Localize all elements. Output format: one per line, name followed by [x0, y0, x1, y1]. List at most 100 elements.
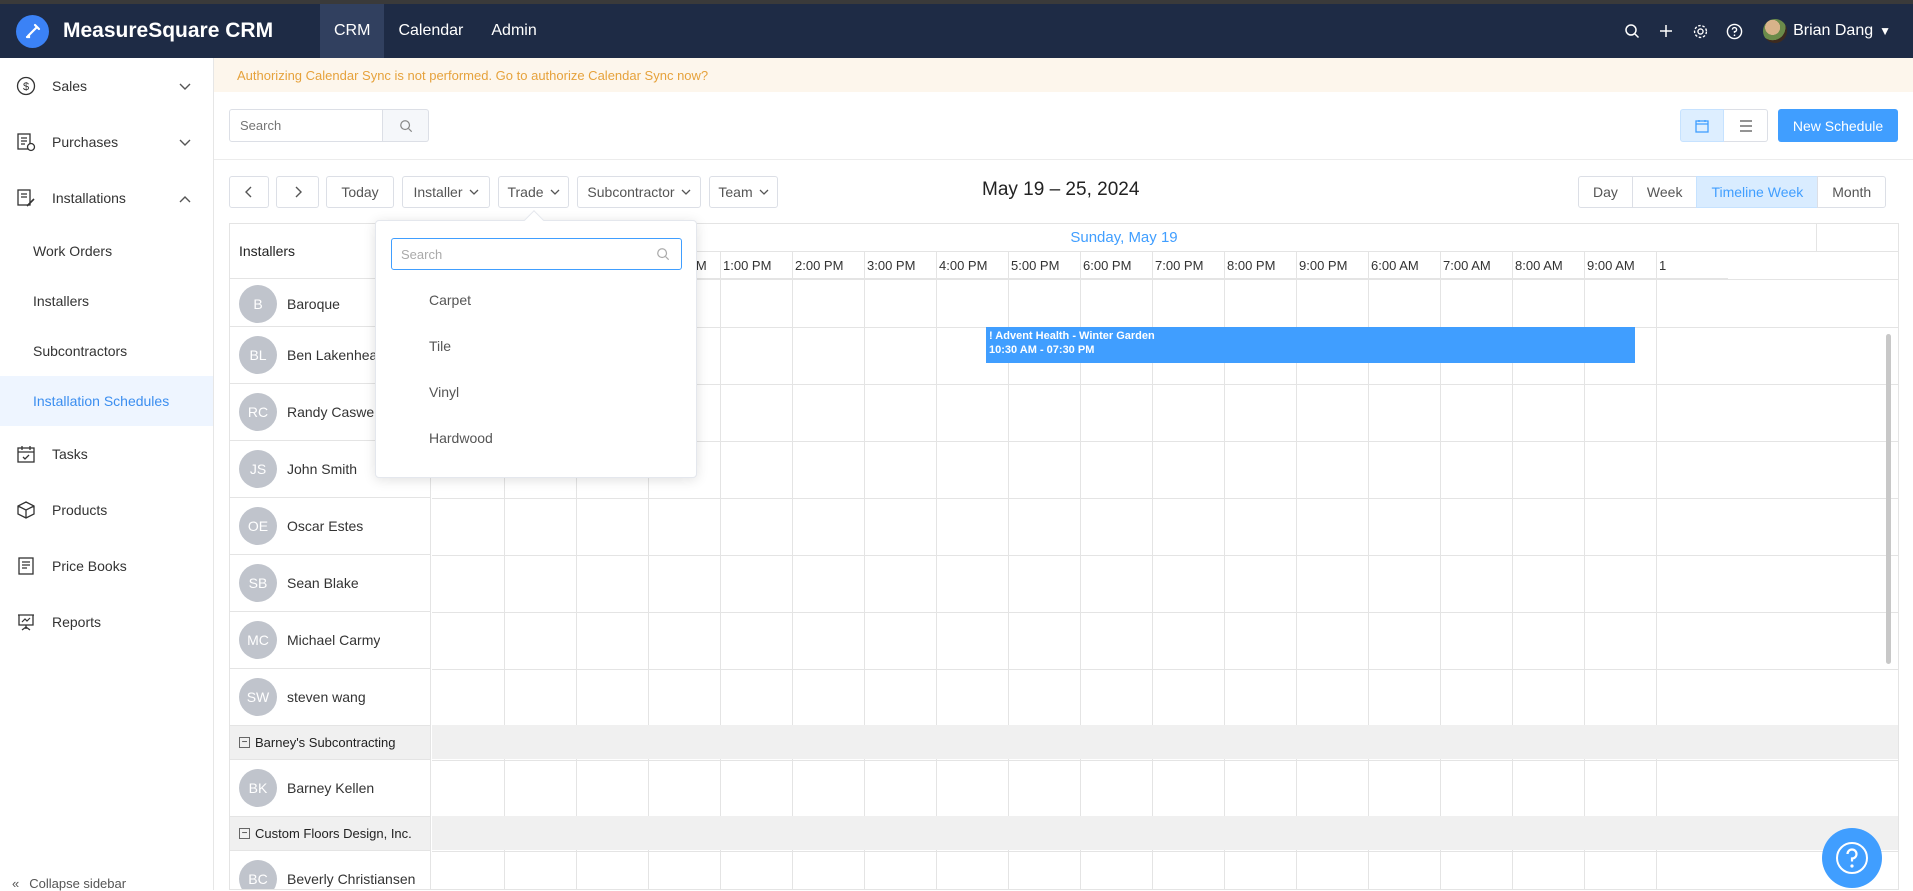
- search-bar: [229, 109, 429, 142]
- collapse-group-icon[interactable]: −: [239, 828, 250, 839]
- topnav-crm[interactable]: CRM: [320, 4, 385, 58]
- collapse-group-icon[interactable]: −: [239, 737, 250, 748]
- trade-option-vinyl[interactable]: Vinyl: [429, 384, 459, 400]
- resource-name: Oscar Estes: [287, 518, 364, 534]
- resource-row[interactable]: SB Sean Blake: [230, 555, 430, 612]
- schedule-event[interactable]: ! Advent Health - Winter Garden 10:30 AM…: [986, 327, 1635, 363]
- day-header-next: [1816, 224, 1898, 252]
- vertical-scrollbar[interactable]: [1886, 334, 1891, 664]
- filter-label: Subcontractor: [587, 184, 675, 200]
- chevron-down-icon: [759, 187, 769, 198]
- group-row[interactable]: − Custom Floors Design, Inc.: [230, 817, 430, 851]
- resource-row[interactable]: OE Oscar Estes: [230, 498, 430, 555]
- calendar-check-icon: [15, 443, 37, 465]
- search-icon[interactable]: [1615, 14, 1649, 48]
- help-button[interactable]: [1822, 828, 1882, 888]
- avatar: [1763, 19, 1788, 43]
- calendar-sync-banner[interactable]: Authorizing Calendar Sync is not perform…: [214, 58, 1913, 92]
- next-button[interactable]: [276, 176, 319, 208]
- sidebar-item-price-books[interactable]: Price Books: [0, 538, 213, 594]
- avatar: OE: [239, 507, 277, 545]
- sidebar-subitem-subcontractors[interactable]: Subcontractors: [0, 326, 213, 376]
- group-name: Custom Floors Design, Inc.: [255, 826, 412, 841]
- search-input[interactable]: [229, 109, 383, 142]
- group-band: [432, 816, 1898, 850]
- filter-label: Installer: [413, 184, 463, 200]
- top-navbar: MeasureSquare CRM CRM Calendar Admin Bri…: [0, 0, 1913, 58]
- calendar-view-button[interactable]: [1680, 109, 1724, 142]
- divider: [214, 159, 1913, 160]
- group-row[interactable]: − Barney's Subcontracting: [230, 726, 430, 760]
- today-button[interactable]: Today: [326, 176, 394, 208]
- grid-vline: [864, 252, 865, 889]
- resource-row[interactable]: SW steven wang: [230, 669, 430, 726]
- event-title: ! Advent Health - Winter Garden: [989, 330, 1155, 342]
- sidebar-item-products[interactable]: Products: [0, 482, 213, 538]
- gear-icon[interactable]: [1683, 14, 1717, 48]
- plus-icon[interactable]: [1649, 14, 1683, 48]
- avatar: BC: [239, 860, 277, 889]
- view-month-button[interactable]: Month: [1817, 176, 1887, 208]
- new-schedule-button[interactable]: New Schedule: [1778, 109, 1898, 142]
- avatar: RC: [239, 393, 277, 431]
- trade-dropdown: Search Carpet Tile Vinyl Hardwood: [375, 220, 697, 478]
- chevron-down-icon: [179, 134, 191, 150]
- view-timeline-week-button[interactable]: Timeline Week: [1696, 176, 1819, 208]
- chevron-down-icon: [681, 187, 691, 198]
- installer-filter[interactable]: Installer: [402, 176, 490, 208]
- event-time: 10:30 AM - 07:30 PM: [989, 344, 1095, 356]
- view-week-button[interactable]: Week: [1631, 176, 1698, 208]
- trade-search-placeholder: Search: [401, 246, 443, 262]
- trade-option-carpet[interactable]: Carpet: [429, 292, 471, 308]
- app-logo[interactable]: MeasureSquare CRM: [0, 4, 320, 58]
- sidebar-subitem-installers[interactable]: Installers: [0, 276, 213, 326]
- hour-header: 8:00 PM: [1224, 252, 1296, 279]
- view-day-button[interactable]: Day: [1578, 176, 1633, 208]
- prev-button[interactable]: [229, 176, 269, 208]
- avatar: B: [239, 284, 277, 323]
- resource-name: Ben Lakenheath: [287, 347, 389, 363]
- list-view-button[interactable]: [1724, 109, 1768, 142]
- sidebar-subitem-installation-schedules[interactable]: Installation Schedules: [0, 376, 213, 426]
- filter-label: Trade: [507, 184, 544, 200]
- help-icon[interactable]: [1717, 14, 1751, 48]
- search-button[interactable]: [383, 109, 429, 142]
- sidebar-item-purchases[interactable]: Purchases: [0, 114, 213, 170]
- sidebar-item-reports[interactable]: Reports: [0, 594, 213, 650]
- topnav-admin[interactable]: Admin: [477, 4, 550, 58]
- sidebar-item-tasks[interactable]: Tasks: [0, 426, 213, 482]
- user-menu[interactable]: Brian Dang ▼: [1763, 19, 1891, 43]
- trade-option-hardwood[interactable]: Hardwood: [429, 430, 493, 446]
- hour-header: 6:00 AM: [1368, 252, 1440, 279]
- sidebar-item-installations[interactable]: Installations: [0, 170, 213, 226]
- resource-row[interactable]: MC Michael Carmy: [230, 612, 430, 669]
- resource-row[interactable]: BC Beverly Christiansen: [230, 851, 430, 889]
- trade-search-input[interactable]: Search: [391, 238, 682, 270]
- hour-header: 9:00 AM: [1584, 252, 1656, 279]
- view-toggle: [1680, 109, 1768, 142]
- search-icon: [399, 119, 412, 132]
- hour-header: 7:00 AM: [1440, 252, 1512, 279]
- collapse-sidebar-button[interactable]: « Collapse sidebar: [12, 876, 126, 891]
- book-icon: [15, 555, 37, 577]
- sidebar-subitem-work-orders[interactable]: Work Orders: [0, 226, 213, 276]
- group-name: Barney's Subcontracting: [255, 735, 396, 750]
- installation-icon: [15, 187, 37, 209]
- resource-row[interactable]: BK Barney Kellen: [230, 760, 430, 817]
- grid-vline: [1656, 252, 1657, 889]
- trade-filter[interactable]: Trade: [498, 176, 569, 208]
- day-divider: [1816, 224, 1817, 252]
- dollar-circle-icon: $: [15, 75, 37, 97]
- subcontractor-filter[interactable]: Subcontractor: [577, 176, 701, 208]
- trade-option-tile[interactable]: Tile: [429, 338, 451, 354]
- hour-header: 5:00 PM: [1008, 252, 1080, 279]
- sidebar-item-sales[interactable]: $ Sales: [0, 58, 213, 114]
- avatar: BL: [239, 336, 277, 374]
- team-filter[interactable]: Team: [709, 176, 778, 208]
- top-right-tools: Brian Dang ▼: [1615, 4, 1913, 58]
- hour-header: 1: [1656, 252, 1728, 279]
- grid-vline: [720, 252, 721, 889]
- grid-hline: [432, 612, 1898, 613]
- resource-name: John Smith: [287, 461, 358, 477]
- topnav-calendar[interactable]: Calendar: [384, 4, 477, 58]
